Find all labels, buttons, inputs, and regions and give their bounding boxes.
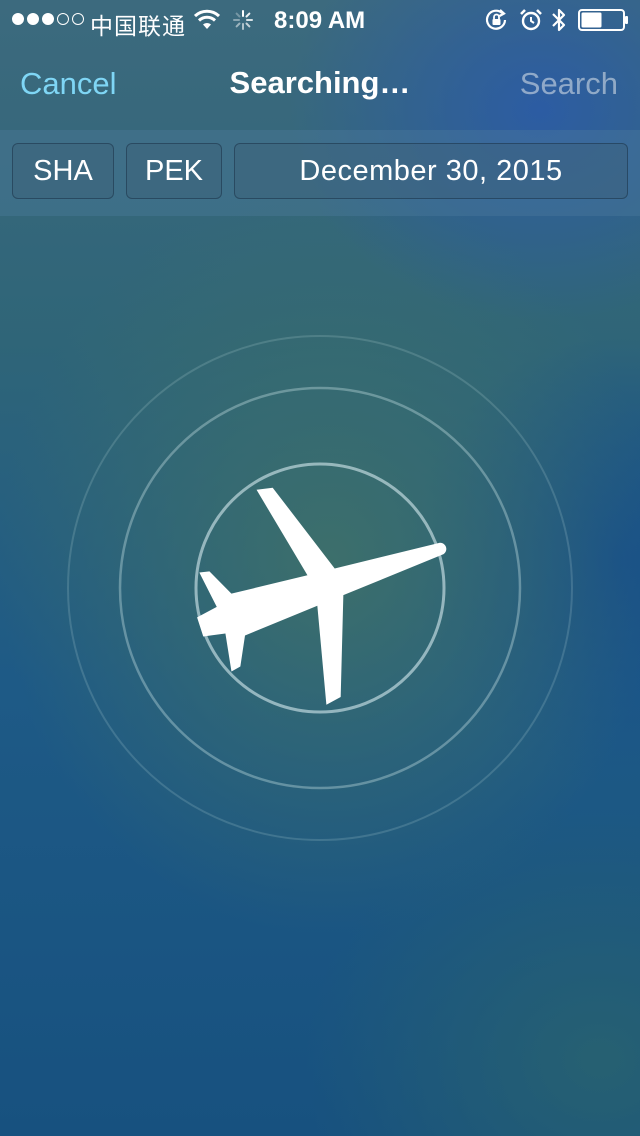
signal-dot xyxy=(42,13,54,25)
signal-strength-icon xyxy=(12,13,84,25)
signal-dot xyxy=(57,13,69,25)
departure-date-field[interactable]: December 30, 2015 xyxy=(234,143,628,199)
navigation-bar: Cancel Searching… Search xyxy=(0,40,640,130)
signal-dot xyxy=(12,13,24,25)
signal-dot xyxy=(72,13,84,25)
status-time: 8:09 AM xyxy=(274,7,366,34)
search-fields: SHA PEK December 30, 2015 xyxy=(0,130,640,216)
alarm-icon xyxy=(519,8,543,39)
wifi-icon xyxy=(193,9,221,38)
status-bar: 中国联通 8:09 AM xyxy=(0,0,640,40)
flight-search-screen: 中国联通 8:09 AM Cancel Searching… Search SH… xyxy=(0,0,640,1136)
activity-icon xyxy=(232,9,254,38)
origin-airport-field[interactable]: SHA xyxy=(12,143,114,199)
searching-radar xyxy=(0,216,640,976)
search-button[interactable]: Search xyxy=(520,66,618,102)
airplane-icon xyxy=(197,487,447,705)
carrier-name: 中国联通 xyxy=(90,13,186,39)
destination-airport-field[interactable]: PEK xyxy=(126,143,222,199)
battery-icon xyxy=(578,9,630,38)
bluetooth-icon xyxy=(550,6,568,41)
rotation-lock-icon xyxy=(484,8,510,39)
signal-dot xyxy=(27,13,39,25)
